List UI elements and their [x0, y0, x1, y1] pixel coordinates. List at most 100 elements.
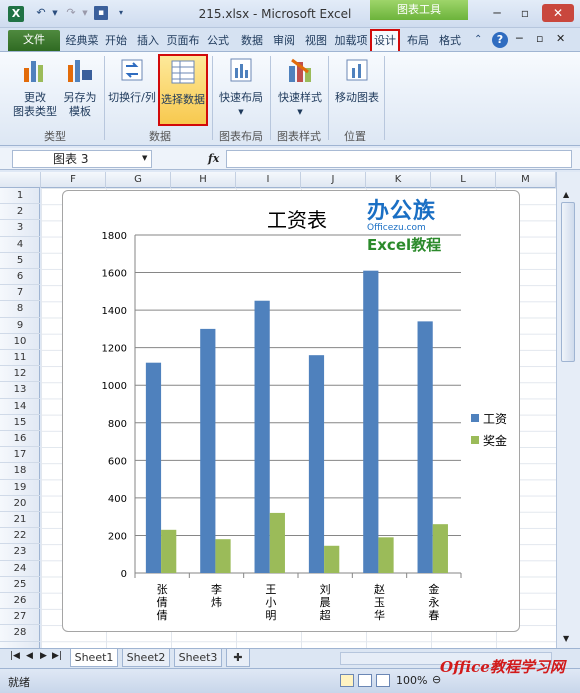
column-header[interactable]: M [496, 172, 556, 188]
bar-series2[interactable] [324, 545, 340, 573]
row-header[interactable]: 17 [0, 447, 40, 464]
workbook-minimize-icon[interactable]: ─ [516, 32, 523, 45]
redo-dropdown-icon[interactable]: ▼ [78, 6, 92, 20]
row-header[interactable]: 4 [0, 237, 40, 253]
bar-series1[interactable] [200, 328, 216, 573]
row-header[interactable]: 19 [0, 480, 40, 496]
formula-input[interactable] [226, 150, 572, 168]
bar-series1[interactable] [308, 355, 325, 573]
page-layout-view-icon[interactable] [358, 674, 372, 687]
column-header[interactable]: F [41, 172, 106, 188]
sheet-tab-sheet1[interactable]: Sheet1 [70, 649, 118, 667]
chart-object[interactable]: 工资表 0 200 400 600 800 1000 1200 1400 1600 1800 张倩倩… [62, 190, 520, 632]
change-chart-type-button[interactable]: 更改 图表类型 [12, 56, 58, 119]
scroll-down-icon[interactable]: ▼ [563, 634, 569, 643]
name-box-dropdown-icon[interactable]: ▼ [142, 154, 147, 162]
tab-page-layout[interactable]: 页面布 [166, 31, 200, 51]
vertical-scrollbar[interactable]: ▲ ▼ [556, 172, 580, 648]
zoom-level[interactable]: 100% [396, 674, 427, 687]
workbook-restore-icon[interactable]: ▫ [536, 32, 543, 45]
column-header[interactable]: J [301, 172, 366, 188]
row-header[interactable]: 2 [0, 204, 40, 221]
select-data-button[interactable]: 选择数据 [158, 54, 208, 126]
undo-icon[interactable]: ↶ [34, 6, 48, 20]
quick-styles-dropdown-icon[interactable]: ▼ [274, 105, 326, 119]
bar-series2[interactable] [378, 537, 394, 573]
row-header[interactable]: 28 [0, 625, 40, 642]
tab-insert[interactable]: 插入 [134, 31, 162, 51]
switch-row-column-button[interactable]: 切换行/列 [108, 56, 156, 105]
save-icon[interactable]: ▪ [94, 6, 108, 20]
chart-title[interactable]: 工资表 [267, 208, 327, 232]
tab-home[interactable]: 开始 [102, 31, 130, 51]
tab-format[interactable]: 格式 [436, 31, 464, 51]
tab-layout[interactable]: 布局 [404, 31, 432, 51]
help-icon[interactable]: ? [492, 32, 508, 48]
tab-review[interactable]: 审阅 [270, 31, 298, 51]
tab-classic-menu[interactable]: 经典菜 [64, 31, 100, 51]
select-all-corner[interactable] [0, 172, 41, 188]
bar-series1[interactable] [254, 300, 270, 573]
bar-series2[interactable] [215, 539, 231, 573]
scroll-thumb[interactable] [561, 202, 575, 362]
row-header[interactable]: 18 [0, 463, 40, 480]
row-header[interactable]: 9 [0, 318, 40, 334]
row-header[interactable]: 10 [0, 334, 40, 350]
bar-series1[interactable] [417, 321, 433, 573]
column-header[interactable]: K [366, 172, 431, 188]
sheet-nav-first-icon[interactable]: |◀ [10, 651, 20, 661]
column-header[interactable]: I [236, 172, 301, 188]
workbook-close-icon[interactable]: ✕ [556, 32, 565, 45]
row-header[interactable]: 14 [0, 399, 40, 415]
sheet-nav-prev-icon[interactable]: ◀ [26, 651, 33, 661]
row-header[interactable]: 13 [0, 382, 40, 399]
redo-icon[interactable]: ↷ [64, 6, 78, 20]
row-header[interactable]: 8 [0, 301, 40, 318]
bar-series1[interactable] [363, 270, 379, 573]
minimize-icon[interactable]: ─ [484, 4, 510, 22]
row-header[interactable]: 20 [0, 496, 40, 512]
row-header[interactable]: 12 [0, 366, 40, 383]
row-header[interactable]: 24 [0, 561, 40, 577]
tab-file[interactable]: 文件 [8, 30, 60, 51]
sheet-nav-next-icon[interactable]: ▶ [40, 651, 47, 661]
bar-series2[interactable] [269, 512, 285, 573]
fx-icon[interactable]: fx [208, 152, 219, 165]
tab-formulas[interactable]: 公式 [204, 31, 232, 51]
tab-addins[interactable]: 加载项 [334, 31, 368, 51]
insert-sheet-icon[interactable]: ✚ [226, 649, 250, 667]
excel-icon[interactable]: X [8, 6, 24, 22]
row-header[interactable]: 15 [0, 415, 40, 431]
quick-layout-dropdown-icon[interactable]: ▼ [216, 105, 266, 119]
page-break-view-icon[interactable] [376, 674, 390, 687]
row-header[interactable]: 21 [0, 512, 40, 529]
row-header[interactable]: 7 [0, 285, 40, 302]
maximize-icon[interactable]: ▫ [512, 4, 538, 22]
chart-legend[interactable]: 工资 奖金 [471, 412, 507, 448]
tab-view[interactable]: 视图 [302, 31, 330, 51]
row-header[interactable]: 16 [0, 431, 40, 448]
row-header[interactable]: 27 [0, 609, 40, 626]
row-header[interactable]: 5 [0, 253, 40, 269]
move-chart-button[interactable]: 移动图表 [332, 56, 382, 105]
row-header[interactable]: 26 [0, 593, 40, 610]
column-header[interactable]: G [106, 172, 171, 188]
plot-area[interactable]: 0 200 400 600 800 1000 1200 1400 1600 1800 张倩倩 李炜 王小… [102, 231, 462, 622]
sheet-tab-sheet2[interactable]: Sheet2 [122, 649, 170, 667]
sheet-tab-sheet3[interactable]: Sheet3 [174, 649, 222, 667]
tab-data[interactable]: 数据 [238, 31, 266, 51]
collapse-ribbon-icon[interactable]: ⌃ [474, 34, 482, 45]
undo-dropdown-icon[interactable]: ▼ [48, 6, 62, 20]
name-box[interactable]: 图表 3 [12, 150, 152, 168]
row-header[interactable]: 1 [0, 188, 40, 205]
tab-design[interactable]: 设计 [370, 29, 400, 51]
row-header[interactable]: 11 [0, 350, 40, 367]
row-header[interactable]: 25 [0, 577, 40, 593]
close-icon[interactable]: ✕ [542, 4, 574, 22]
row-header[interactable]: 3 [0, 220, 40, 237]
column-header[interactable]: L [431, 172, 496, 188]
bar-series2[interactable] [161, 529, 177, 573]
bar-series1[interactable] [145, 362, 162, 573]
bar-series2[interactable] [432, 524, 448, 573]
column-header[interactable]: H [171, 172, 236, 188]
